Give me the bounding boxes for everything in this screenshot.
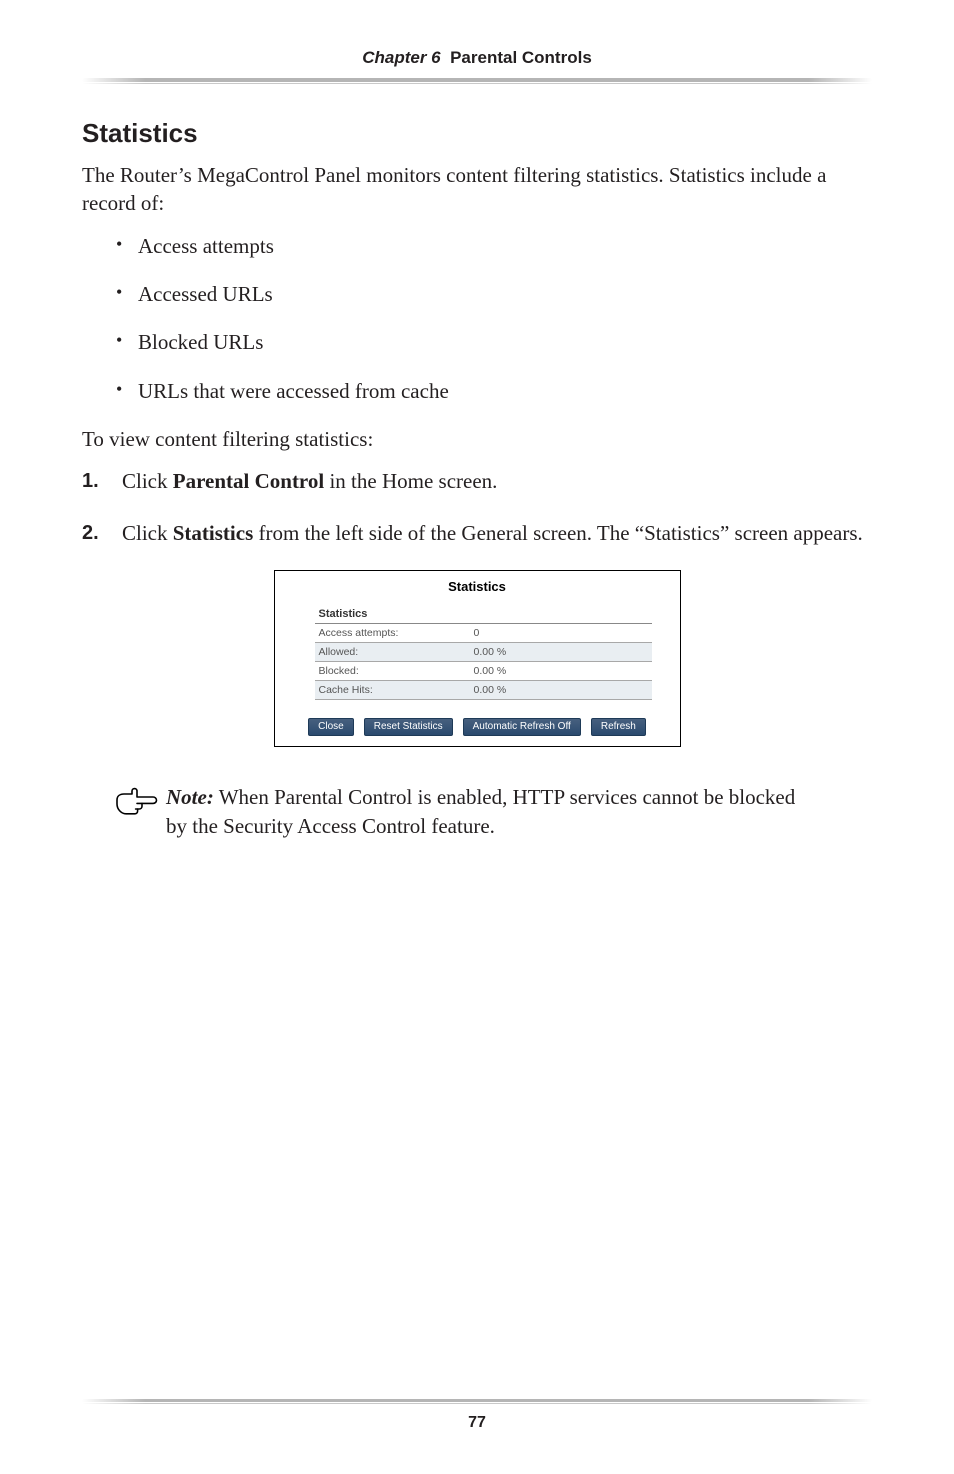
list-item: URLs that were accessed from cache — [138, 377, 872, 405]
stat-label: Allowed: — [315, 643, 470, 662]
list-item-text: Access attempts — [138, 234, 274, 258]
table-row: Allowed: 0.00 % — [315, 643, 652, 662]
refresh-button[interactable]: Refresh — [591, 718, 646, 736]
lead-in: To view content filtering statistics: — [82, 425, 872, 453]
stat-label: Cache Hits: — [315, 681, 470, 700]
step-text-post: in the Home screen. — [324, 469, 497, 493]
close-button[interactable]: Close — [308, 718, 354, 736]
running-head: Chapter 6 Parental Controls — [82, 48, 872, 68]
note-text: Note: When Parental Control is enabled, … — [166, 783, 806, 840]
list-item: Access attempts — [138, 232, 872, 260]
panel-title: Statistics — [275, 571, 680, 606]
stat-value: 0.00 % — [470, 681, 652, 700]
chapter-title: Parental Controls — [450, 48, 592, 67]
step-text-bold: Statistics — [173, 521, 254, 545]
step-text-pre: Click — [122, 469, 173, 493]
header-rule — [82, 78, 872, 82]
list-item-text: Accessed URLs — [138, 282, 273, 306]
note-label: Note: — [166, 785, 214, 809]
page-number: 77 — [82, 1414, 872, 1432]
steps-list: Click Parental Control in the Home scree… — [82, 467, 872, 548]
panel-subhead: Statistics — [315, 606, 652, 624]
table-row: Access attempts: 0 — [315, 624, 652, 643]
list-item: Accessed URLs — [138, 280, 872, 308]
stat-label: Access attempts: — [315, 624, 470, 643]
note-body: When Parental Control is enabled, HTTP s… — [166, 785, 795, 837]
note-block: Note: When Parental Control is enabled, … — [114, 783, 872, 840]
stat-value: 0 — [470, 624, 652, 643]
statistics-table: Access attempts: 0 Allowed: 0.00 % Block… — [315, 624, 652, 700]
pointing-hand-icon — [114, 787, 158, 815]
table-row: Cache Hits: 0.00 % — [315, 681, 652, 700]
footer-rule-thin — [82, 1403, 872, 1404]
reset-statistics-button[interactable]: Reset Statistics — [364, 718, 453, 736]
step-text-pre: Click — [122, 521, 173, 545]
list-item-text: Blocked URLs — [138, 330, 263, 354]
step-text-bold: Parental Control — [173, 469, 324, 493]
statistics-panel: Statistics Statistics Access attempts: 0… — [274, 570, 681, 747]
intro-paragraph: The Router’s MegaControl Panel monitors … — [82, 161, 872, 218]
stat-value: 0.00 % — [470, 643, 652, 662]
list-item: Blocked URLs — [138, 328, 872, 356]
bullet-list: Access attempts Accessed URLs Blocked UR… — [82, 232, 872, 405]
list-item-text: URLs that were accessed from cache — [138, 379, 449, 403]
step-text-post: from the left side of the General screen… — [253, 521, 863, 545]
header-rule-thin — [82, 83, 872, 84]
step-item: Click Statistics from the left side of t… — [82, 519, 872, 548]
step-item: Click Parental Control in the Home scree… — [82, 467, 872, 496]
stat-label: Blocked: — [315, 662, 470, 681]
table-row: Blocked: 0.00 % — [315, 662, 652, 681]
chapter-label: Chapter 6 — [362, 48, 440, 67]
stat-value: 0.00 % — [470, 662, 652, 681]
footer-rule — [82, 1399, 872, 1402]
section-heading: Statistics — [82, 118, 872, 149]
panel-button-row: Close Reset Statistics Automatic Refresh… — [275, 706, 680, 746]
automatic-refresh-button[interactable]: Automatic Refresh Off — [463, 718, 581, 736]
